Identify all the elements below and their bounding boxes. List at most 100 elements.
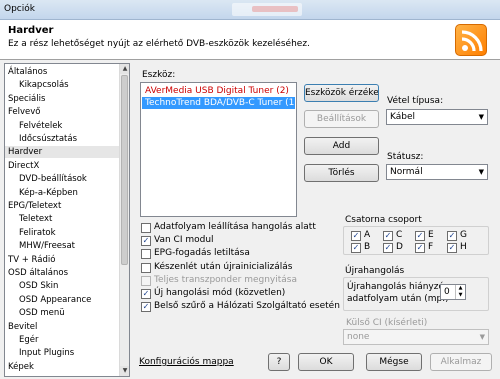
- checkmark-icon[interactable]: ✓: [141, 236, 151, 247]
- option-checkbox-label: Új hangolási mód (közvetlen): [154, 288, 286, 298]
- stepper-arrows-icon[interactable]: ▲ ▼: [455, 285, 465, 299]
- channel-group-checkbox[interactable]: ✓ C: [383, 230, 413, 242]
- option-checkbox-label: Van CI modul: [154, 235, 214, 246]
- checkbox[interactable]: [141, 249, 151, 260]
- sidebar-item[interactable]: Általános: [5, 66, 119, 78]
- external-ci-select[interactable]: none ▼: [343, 329, 489, 345]
- option-checkbox-row[interactable]: ✓ Új hangolási mód (közvetlen): [141, 288, 336, 300]
- sidebar-item[interactable]: Kikapcsolás: [5, 79, 119, 91]
- retune-field-label-1: Újrahangolás hiányzó: [347, 282, 444, 292]
- option-checkbox-row[interactable]: Készenlét után újrainicializálás: [141, 262, 336, 274]
- channel-group-letter: G: [460, 230, 467, 240]
- checkmark-icon[interactable]: ✓: [351, 243, 361, 253]
- checkmark-icon[interactable]: ✓: [351, 231, 361, 241]
- sidebar-item[interactable]: Felvevő: [5, 106, 119, 118]
- sidebar-item[interactable]: Feliratok: [5, 227, 119, 239]
- sidebar-item[interactable]: DVD-beállítások: [5, 173, 119, 185]
- delete-button[interactable]: Törlés: [304, 164, 379, 182]
- option-checkbox-row[interactable]: Teljes transzponder megnyitása: [141, 275, 336, 287]
- checkmark-icon[interactable]: ✓: [415, 243, 425, 253]
- checkmark-icon[interactable]: ✓: [141, 302, 151, 313]
- option-checkbox-row[interactable]: Adatfolyam leállítása hangolás alatt: [141, 222, 336, 234]
- sidebar-item[interactable]: Input Plugins: [5, 347, 119, 359]
- scroll-up-icon[interactable]: ▲: [120, 64, 129, 74]
- channel-group-checkbox[interactable]: ✓ B: [351, 242, 381, 254]
- status-value: Normál: [390, 167, 423, 177]
- option-checkbox-label: Adatfolyam leállítása hangolás alatt: [154, 222, 316, 232]
- settings-button[interactable]: Beállítások: [304, 110, 379, 128]
- device-item-avermedia[interactable]: AVerMedia USB Digital Tuner (2): [142, 85, 295, 97]
- external-ci-value: none: [347, 332, 370, 342]
- channel-group-checkbox[interactable]: ✓ D: [383, 242, 413, 254]
- option-checkbox-row[interactable]: ✓ Belső szűrő a Hálózati Szolgáltató eset…: [141, 301, 340, 313]
- page-header: Hardver Ez a rész lehetőséget nyújt az e…: [0, 20, 500, 60]
- checkmark-icon[interactable]: ✓: [383, 243, 393, 253]
- sidebar-item[interactable]: Időcsúsztatás: [5, 133, 119, 145]
- checkmark-icon[interactable]: ✓: [447, 243, 457, 253]
- channel-group-checkbox[interactable]: ✓ F: [415, 242, 445, 254]
- detect-devices-button[interactable]: Eszközök érzékelése: [304, 84, 379, 102]
- sidebar-item[interactable]: OSD Skin: [5, 280, 119, 292]
- retune-field-label-2: adatfolyam után (mp.): [347, 294, 449, 304]
- sidebar-item[interactable]: Bevitel: [5, 321, 119, 333]
- status-select[interactable]: Normál ▼: [386, 164, 488, 180]
- sidebar-item[interactable]: Hardver: [5, 146, 119, 159]
- sidebar-item[interactable]: Teletext: [5, 213, 119, 225]
- channel-group-letter: B: [364, 242, 371, 252]
- sidebar-item[interactable]: Speciális: [5, 93, 119, 105]
- sidebar-item[interactable]: Kép-a-Képben: [5, 187, 119, 199]
- channel-group-letter: D: [396, 242, 403, 252]
- chevron-down-icon: ▼: [479, 333, 485, 341]
- checkmark-icon[interactable]: ✓: [447, 231, 457, 241]
- checkbox[interactable]: [141, 275, 151, 286]
- sidebar-item[interactable]: Egér: [5, 334, 119, 346]
- sidebar-item[interactable]: Felvételek: [5, 120, 119, 132]
- ok-button[interactable]: OK: [298, 353, 354, 371]
- option-checkbox-label: Belső szűrő a Hálózati Szolgáltató eseté…: [154, 301, 340, 312]
- page-title: Hardver: [8, 25, 54, 36]
- sidebar-item[interactable]: TV + Rádió: [5, 254, 119, 266]
- sidebar-item[interactable]: MHW/Freesat: [5, 240, 119, 252]
- channel-group-checkbox[interactable]: ✓ A: [351, 230, 381, 242]
- channel-group-letter: F: [428, 242, 434, 252]
- sidebar-item[interactable]: Képek: [5, 361, 119, 373]
- help-button[interactable]: ?: [268, 353, 290, 371]
- apply-button[interactable]: Alkalmaz: [430, 353, 492, 371]
- sidebar-item[interactable]: OSD általános: [5, 267, 119, 279]
- sidebar-item[interactable]: EPG/Teletext: [5, 200, 119, 212]
- checkbox[interactable]: [141, 223, 151, 233]
- option-checkbox-row[interactable]: EPG-fogadás letiltása: [141, 248, 336, 260]
- cancel-button[interactable]: Mégse: [366, 353, 422, 371]
- config-folder-link[interactable]: Konfigurációs mappa: [139, 357, 234, 367]
- external-ci-label: Külső CI (kísérleti): [346, 318, 428, 328]
- options-nav-tree[interactable]: Általános Kikapcsolás Speciális Felvevő Felv…: [4, 63, 130, 377]
- scroll-down-icon[interactable]: ▼: [120, 366, 129, 376]
- channel-group-checkbox[interactable]: ✓ G: [447, 230, 477, 242]
- status-label: Státusz:: [387, 152, 424, 162]
- sidebar-scrollbar[interactable]: ▲ ▼: [119, 64, 129, 376]
- channel-group-checkbox[interactable]: ✓ H: [447, 242, 477, 254]
- channel-group-letter: E: [428, 230, 434, 240]
- add-button[interactable]: Add: [304, 137, 379, 155]
- device-label: Eszköz:: [142, 70, 176, 80]
- window-title: Opciók: [4, 4, 35, 14]
- device-list[interactable]: AVerMedia USB Digital Tuner (2) TechnoTr…: [140, 82, 297, 217]
- device-item-technotrend[interactable]: TechnoTrend BDA/DVB-C Tuner (1): [142, 97, 295, 109]
- checkmark-icon[interactable]: ✓: [141, 289, 151, 299]
- checkbox[interactable]: [141, 262, 151, 273]
- sidebar-item[interactable]: OSD menü: [5, 307, 119, 319]
- option-checkbox-label: Teljes transzponder megnyitása: [154, 274, 297, 285]
- sidebar-item[interactable]: DirectX: [5, 160, 119, 172]
- retune-seconds-stepper[interactable]: 0 ▲ ▼: [440, 284, 466, 300]
- channel-group-checkbox[interactable]: ✓ E: [415, 230, 445, 242]
- scroll-thumb[interactable]: [121, 75, 128, 265]
- retune-label: Újrahangolás: [345, 266, 405, 276]
- rss-icon: [455, 24, 487, 56]
- option-checkbox-label: EPG-fogadás letiltása: [154, 248, 250, 259]
- checkmark-icon[interactable]: ✓: [415, 231, 425, 241]
- reception-type-value: Kábel: [390, 112, 416, 122]
- reception-type-select[interactable]: Kábel ▼: [386, 109, 488, 125]
- option-checkbox-row[interactable]: ✓ Van CI modul: [141, 235, 336, 247]
- sidebar-item[interactable]: OSD Appearance: [5, 294, 119, 306]
- checkmark-icon[interactable]: ✓: [383, 231, 393, 241]
